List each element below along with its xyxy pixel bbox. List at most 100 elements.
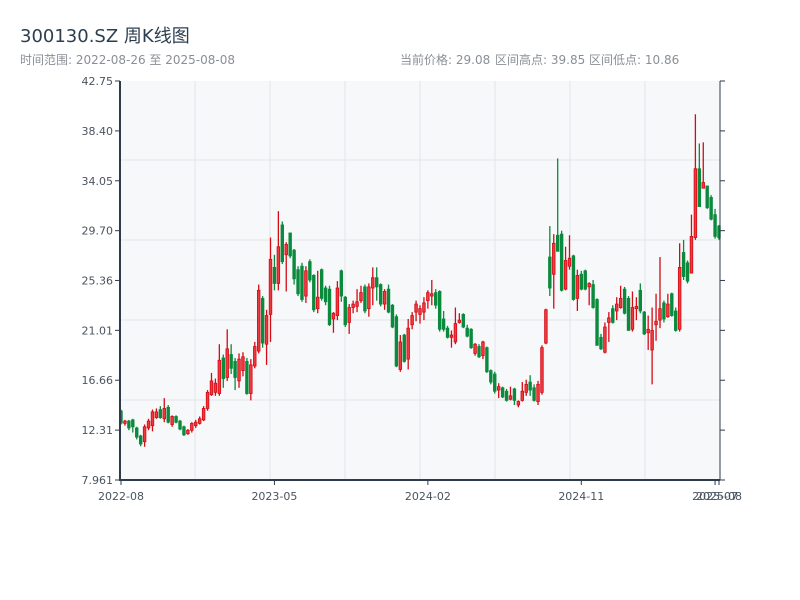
candle-body [437,291,442,330]
candle-down [485,346,489,373]
candle-body [351,303,355,308]
candle-down [386,284,391,314]
candle-body [449,334,454,338]
candle-down [378,283,383,307]
candle-body [677,266,682,330]
candle-body [205,391,210,409]
x-tick-label: 2024-02 [405,490,451,503]
x-tick-label: 2023-05 [251,490,297,503]
candle-body [441,318,446,330]
candle-body [548,256,552,289]
candle-body [213,382,218,393]
candle-body [422,302,426,313]
candle-body [516,401,521,406]
candle-body [571,255,576,300]
x-tick-label: 2022-08 [98,490,144,503]
candle-body [355,301,359,307]
candle-body [316,296,320,310]
candle-body [142,426,147,443]
candle-body [186,429,190,435]
candle-body [583,270,587,290]
candle-body [296,269,300,295]
candle-down [622,286,627,315]
y-tick-label: 21.01 [82,324,114,337]
candle-body [131,419,135,428]
candle-body [528,381,532,391]
candle-down [319,268,324,301]
candle-body [241,356,245,371]
candle-body [138,435,143,445]
candle-body [367,286,371,310]
candle-up [544,308,548,345]
candle-body [194,421,198,427]
candle-body [524,383,528,393]
candle-down [245,357,249,395]
candle-body [650,330,654,351]
candle-body [217,359,222,394]
candle-body [304,270,308,297]
y-tick-label: 7.961 [82,474,114,487]
y-tick-label: 25.36 [82,274,114,287]
candle-body [689,236,694,274]
candle-down [280,221,285,264]
candle-body [599,336,603,350]
candle-down [390,304,395,329]
candle-down [493,371,497,394]
candle-body [264,315,269,345]
candle-body [473,343,477,354]
candle-body [331,312,336,320]
y-tick-label: 42.75 [82,75,114,88]
candle-body [249,364,253,394]
candle-down [469,328,473,349]
candlestick-chart: 42.75 38.40 34.05 29.70 25.36 21.01 16.66 12.31… [82,75,742,503]
candle-body [174,416,178,423]
candle-body [245,361,249,394]
candle-body [272,266,277,284]
candle-body [552,242,556,275]
candle-body [292,249,296,280]
candle-body [697,168,702,207]
candle-body [406,327,410,360]
candle-body [662,302,666,320]
candle-down [642,310,646,336]
candle-body [685,262,690,282]
candle-down [709,195,713,221]
candle-down [571,254,576,301]
candle-body [319,269,324,299]
candle-body [642,311,646,335]
candle-body [386,288,391,313]
candle-body [276,246,281,284]
candle-down [500,386,505,399]
candle-body [221,357,225,380]
candle-body [555,234,560,252]
candle-body [681,252,686,277]
candle-body [611,308,615,323]
candle-body [465,327,469,337]
candle-down [182,425,186,436]
candle-body [670,293,674,316]
candle-body [229,354,233,369]
candle-body [508,395,513,400]
candle-down [363,284,367,314]
candle-body [618,297,623,308]
candle-body [532,387,536,401]
candle-body [461,313,465,328]
candle-body [587,283,591,288]
candle-down [308,259,312,283]
candle-down [595,298,599,346]
candle-body [607,317,611,323]
y-tick-label: 34.05 [82,175,114,188]
candle-body [658,308,662,321]
candle-body [426,292,430,302]
candle-down [583,269,587,291]
candle-body [402,334,406,362]
candle-down [489,369,493,385]
candle-body [335,287,340,316]
candle-body [201,408,206,421]
x-tick-label: 2025-08 [696,490,742,503]
candle-body [713,214,717,237]
candle-body [170,416,174,425]
candle-body [579,273,584,290]
candle-down [670,292,674,317]
candle-body [158,409,163,419]
